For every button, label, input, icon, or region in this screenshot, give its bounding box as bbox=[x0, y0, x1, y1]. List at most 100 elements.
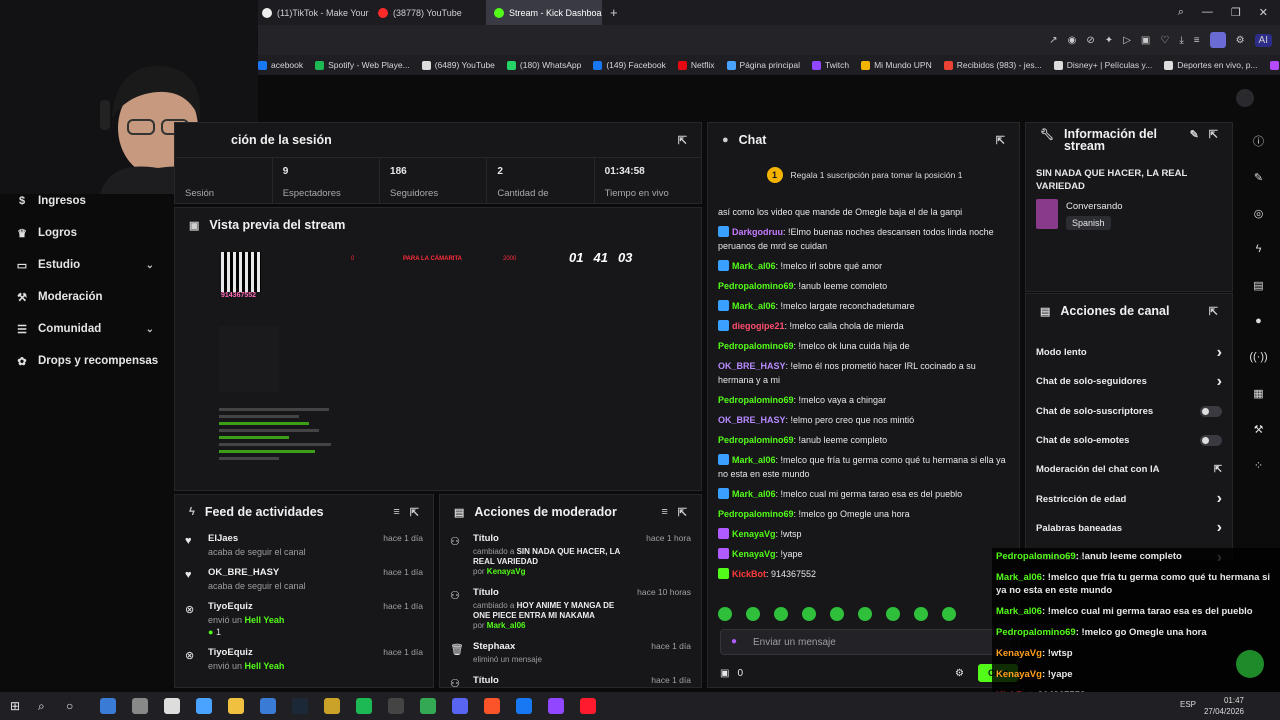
taskbar-app-icon[interactable] bbox=[420, 698, 436, 714]
taskbar-app-icon[interactable] bbox=[164, 698, 180, 714]
ai-button[interactable]: AI bbox=[1254, 33, 1272, 47]
bookmark-item[interactable]: acebook bbox=[258, 60, 303, 70]
profile-avatar[interactable] bbox=[1209, 32, 1226, 48]
chat-bubble-icon[interactable]: ● bbox=[1246, 308, 1272, 334]
channel-action-row[interactable]: Palabras baneadas › bbox=[1026, 514, 1232, 543]
search-icon[interactable]: ⌕ bbox=[38, 699, 58, 714]
chevron-right-icon[interactable]: › bbox=[1217, 373, 1222, 391]
lock-icon[interactable]: ▣ bbox=[1141, 35, 1150, 46]
browser-tab[interactable]: (38778) YouTube bbox=[370, 0, 486, 25]
chat-message[interactable]: KickBot: 914367552 bbox=[718, 567, 1011, 581]
taskbar-app-icon[interactable] bbox=[292, 698, 308, 714]
chat-username[interactable]: Pedropalomino69 bbox=[718, 509, 794, 519]
chat-username[interactable]: Pedropalomino69 bbox=[718, 281, 794, 291]
sidebar-item-community[interactable]: ☰ Comunidad ⌄ bbox=[0, 313, 172, 345]
channel-action-row[interactable]: Modo lento › bbox=[1026, 338, 1232, 367]
chat-username[interactable]: Mark_al06 bbox=[732, 301, 776, 311]
chat-message[interactable]: diegogipe21: !melco calla chola de mierd… bbox=[718, 319, 1011, 333]
chat-username[interactable]: KenayaVg bbox=[732, 529, 776, 539]
chat-username[interactable]: KenayaVg bbox=[732, 549, 776, 559]
bookmark-item[interactable]: Deportes en vivo, p... bbox=[1164, 60, 1258, 70]
chat-input[interactable]: ● Enviar un mensaje bbox=[720, 629, 1010, 655]
edit-icon[interactable]: ✎ bbox=[1190, 128, 1199, 141]
minimize-icon[interactable]: — bbox=[1202, 6, 1213, 19]
channel-action-row[interactable]: Chat de solo-emotes bbox=[1026, 426, 1232, 455]
filter-icon[interactable]: ≡ bbox=[661, 506, 667, 518]
layout-icon[interactable]: ⁘ bbox=[1246, 452, 1272, 478]
chevron-right-icon[interactable]: › bbox=[1217, 344, 1222, 362]
taskbar-app-icon[interactable] bbox=[484, 698, 500, 714]
chat-username[interactable]: Pedropalomino69 bbox=[718, 395, 794, 405]
taskbar-app-icon[interactable] bbox=[388, 698, 404, 714]
taskbar-app-icon[interactable] bbox=[548, 698, 564, 714]
language-indicator[interactable]: ESP bbox=[1180, 700, 1196, 709]
taskbar-app-icon[interactable] bbox=[452, 698, 468, 714]
download-icon[interactable]: ⤓ bbox=[1179, 35, 1183, 46]
emote-icon[interactable] bbox=[802, 607, 816, 621]
popout-icon[interactable]: ⇱ bbox=[996, 134, 1005, 147]
chat-message[interactable]: KenayaVg: !yape bbox=[718, 547, 1011, 561]
heart-outline-icon[interactable]: ♡ bbox=[1160, 35, 1169, 46]
chevron-right-icon[interactable]: › bbox=[1217, 519, 1222, 537]
channel-action-row[interactable]: Chat de solo-suscriptores bbox=[1026, 397, 1232, 426]
new-tab-icon[interactable]: + bbox=[602, 5, 626, 20]
taskbar-app-icon[interactable] bbox=[580, 698, 596, 714]
share-icon[interactable]: ↗ bbox=[1049, 35, 1057, 46]
maximize-icon[interactable]: ❐ bbox=[1231, 6, 1241, 19]
bookmark-item[interactable]: (149) Facebook bbox=[593, 60, 666, 70]
toggle-switch[interactable] bbox=[1200, 405, 1222, 417]
bookmark-item[interactable]: Página principal bbox=[726, 60, 800, 70]
play-icon[interactable]: ▷ bbox=[1123, 35, 1131, 46]
target-icon[interactable]: ◎ bbox=[1246, 200, 1272, 226]
moderator-name[interactable]: Mark_al06 bbox=[487, 621, 526, 630]
extension-icon[interactable]: ✦ bbox=[1105, 35, 1113, 46]
emote-icon[interactable] bbox=[774, 607, 788, 621]
bookmark-item[interactable]: Recibidos (983) - jes... bbox=[943, 60, 1042, 70]
bookmark-item[interactable]: Disney+ | Películas y... bbox=[1053, 60, 1152, 70]
chat-message[interactable]: KenayaVg: !wtsp bbox=[718, 527, 1011, 541]
emote-icon[interactable] bbox=[746, 607, 760, 621]
channel-action-row[interactable]: Chat de solo-seguidores › bbox=[1026, 367, 1232, 396]
filter-icon[interactable]: ≡ bbox=[393, 506, 399, 518]
toggle-switch[interactable] bbox=[1200, 435, 1222, 447]
settings-icon[interactable]: ⚙ bbox=[1236, 35, 1245, 46]
pencil-icon[interactable]: ✎ bbox=[1246, 164, 1272, 190]
chat-username[interactable]: OK_BRE_HASY bbox=[718, 415, 786, 425]
chat-message[interactable]: Pedropalomino69: !melco vaya a chingar bbox=[718, 393, 1011, 407]
sidebar-item-studio[interactable]: ▭ Estudio ⌄ bbox=[0, 249, 172, 281]
emote-icon[interactable] bbox=[858, 607, 872, 621]
sidebar-item-wrench[interactable]: ⚒ Moderación bbox=[0, 281, 172, 313]
chevron-down-icon[interactable]: ⌄ bbox=[146, 324, 154, 335]
user-avatar[interactable] bbox=[1236, 89, 1254, 107]
chat-message[interactable]: Mark_al06: !melco irl sobre qué amor bbox=[718, 259, 1011, 273]
chevron-down-icon[interactable]: ⌄ bbox=[146, 260, 154, 271]
camera-icon[interactable]: ◉ bbox=[1068, 35, 1077, 46]
feed-username[interactable]: ElJaes bbox=[208, 533, 373, 544]
erase-icon[interactable]: ⊘ bbox=[1086, 35, 1094, 46]
chat-username[interactable]: Mark_al06 bbox=[732, 455, 776, 465]
info-circle-icon[interactable]: ⓘ bbox=[1246, 128, 1272, 154]
emote-icon[interactable] bbox=[886, 607, 900, 621]
taskbar-app-icon[interactable] bbox=[132, 698, 148, 714]
chat-username[interactable]: diegogipe21 bbox=[732, 321, 785, 331]
taskbar-app-icon[interactable] bbox=[356, 698, 372, 714]
taskbar-app-icon[interactable] bbox=[324, 698, 340, 714]
bookmark-item[interactable]: Spotify - Web Playe... bbox=[315, 60, 410, 70]
feed-username[interactable]: TiyoEquiz bbox=[208, 647, 373, 658]
chat-message[interactable]: Mark_al06: !melco largate reconchadetuma… bbox=[718, 299, 1011, 313]
emote-icon[interactable] bbox=[942, 607, 956, 621]
bookmark-item[interactable]: (180) WhatsApp bbox=[506, 60, 581, 70]
emote-icon[interactable] bbox=[830, 607, 844, 621]
wrench-icon[interactable]: ⚒ bbox=[1246, 416, 1272, 442]
chat-username[interactable]: Pedropalomino69 bbox=[718, 435, 794, 445]
popout-icon[interactable]: ⇱ bbox=[1209, 305, 1218, 318]
emote-icon[interactable] bbox=[914, 607, 928, 621]
chat-message[interactable]: Pedropalomino69: !anub leeme comoleto bbox=[718, 279, 1011, 293]
chat-message[interactable]: Pedropalomino69: !melco ok luna cuida hi… bbox=[718, 339, 1011, 353]
emote-icon[interactable] bbox=[718, 607, 732, 621]
taskbar-app-icon[interactable] bbox=[516, 698, 532, 714]
chat-message[interactable]: OK_BRE_HASY: !elmo él nos prometió hacer… bbox=[718, 359, 1011, 387]
windows-start-icon[interactable]: ⊞ bbox=[10, 699, 30, 713]
floating-action-button[interactable] bbox=[1236, 650, 1264, 678]
popout-icon[interactable]: ⇱ bbox=[678, 506, 687, 519]
